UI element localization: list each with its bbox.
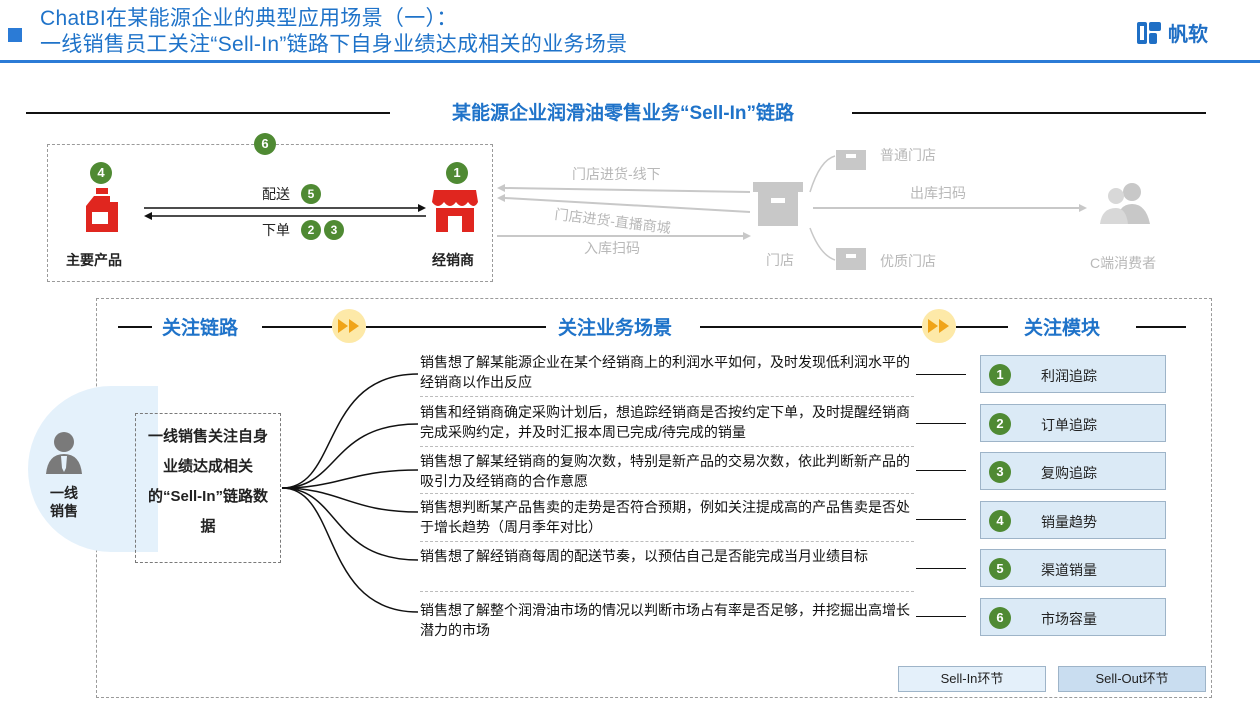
- badge-6: 6: [254, 133, 276, 155]
- brand-logo: 帆软: [1136, 18, 1208, 47]
- scenario-2: 销售和经销商确定采购计划后，想追踪经销商是否按约定下单，及时提醒经销商完成采购约…: [420, 404, 910, 440]
- module-connector-3: [916, 470, 966, 471]
- role-label: 一线 销售: [50, 485, 78, 519]
- module-badge: 1: [989, 364, 1011, 386]
- module-channel-sales: 5 渠道销量: [980, 549, 1166, 587]
- module-badge: 6: [989, 607, 1011, 629]
- consumer-label: C端消费者: [1090, 255, 1157, 271]
- badge-5: 5: [301, 184, 321, 204]
- focus-rule-4: [700, 326, 922, 328]
- module-market-capacity: 6 市场容量: [980, 598, 1166, 636]
- badge-3: 3: [324, 220, 344, 240]
- module-connector-2: [916, 423, 966, 424]
- module-badge: 5: [989, 558, 1011, 580]
- focus-chain-title: 关注链路: [162, 318, 239, 339]
- consumer-icon: [1100, 183, 1150, 224]
- module-profit-tracking: 1 利润追踪: [980, 355, 1166, 393]
- scenario-6: 销售想了解整个润滑油市场的情况以判断市场占有率是否足够，并挖掘出高增长潜力的市场: [420, 602, 910, 638]
- brand-logo-icon: [1137, 21, 1161, 44]
- module-badge: 4: [989, 510, 1011, 532]
- deliver-label: 配送: [262, 186, 290, 202]
- module-order-tracking: 2 订单追踪: [980, 404, 1166, 442]
- scenario-divider-1: [420, 396, 914, 397]
- fast-forward-icon-2: [922, 309, 956, 343]
- module-badge: 3: [989, 461, 1011, 483]
- module-label: 市场容量: [1041, 611, 1097, 627]
- premium-store-label: 优质门店: [880, 253, 936, 269]
- focus-module-title: 关注模块: [1024, 318, 1101, 339]
- header-divider: [0, 60, 1260, 63]
- focus-rule-5: [956, 326, 1008, 328]
- badge-4: 4: [90, 162, 112, 184]
- badge-1: 1: [446, 162, 468, 184]
- main-product-label: 主要产品: [66, 252, 122, 268]
- module-repurchase-tracking: 3 复购追踪: [980, 452, 1166, 490]
- section-rule-left: [26, 112, 390, 114]
- module-sales-trend: 4 销量趋势: [980, 501, 1166, 539]
- salesperson-icon: [46, 432, 82, 474]
- module-connector-4: [916, 519, 966, 520]
- focus-rule-6: [1136, 326, 1186, 328]
- store-purchase-offline-label: 门店进货-线下: [572, 166, 661, 182]
- oil-bottle-icon: [86, 188, 118, 232]
- module-connector-5: [916, 568, 966, 569]
- module-label: 销量趋势: [1041, 514, 1097, 530]
- scenario-5: 销售想了解经销商每周的配送节奏，以预估自己是否能完成当月业绩目标: [420, 548, 868, 564]
- brand-logo-text: 帆软: [1168, 24, 1208, 46]
- module-label: 利润追踪: [1041, 368, 1097, 384]
- focus-scenario-title: 关注业务场景: [558, 318, 673, 339]
- focus-rule-3: [366, 326, 546, 328]
- branch-connectors: [281, 373, 419, 613]
- scenario-divider-2: [420, 446, 914, 447]
- module-label: 渠道销量: [1041, 562, 1097, 578]
- scenario-divider-3: [420, 493, 914, 494]
- scenario-divider-4: [420, 541, 914, 542]
- badge-2: 2: [301, 220, 321, 240]
- module-label: 复购追踪: [1041, 465, 1097, 481]
- legend-sell-in: Sell-In环节: [898, 666, 1046, 692]
- scenario-3: 销售想了解某经销商的复购次数，特别是新产品的交易次数，依此判断新产品的吸引力及经…: [420, 453, 910, 489]
- order-label: 下单: [262, 222, 290, 238]
- fast-forward-icon: [332, 309, 366, 343]
- focus-rule-2: [262, 326, 332, 328]
- focus-rule-1: [118, 326, 152, 328]
- chain-summary-box: 一线销售关注自身业绩达成相关的“Sell-In”链路数据: [135, 413, 281, 563]
- module-badge: 2: [989, 413, 1011, 435]
- section-rule-right: [852, 112, 1206, 114]
- header-accent-square: [8, 28, 22, 42]
- scenario-4: 销售想判断某产品售卖的走势是否符合预期，例如关注提成高的产品售卖是否处于增长趋势…: [420, 499, 910, 535]
- module-label: 订单追踪: [1041, 417, 1097, 433]
- module-connector-1: [916, 374, 966, 375]
- legend-sell-out: Sell-Out环节: [1058, 666, 1206, 692]
- distributor-label: 经销商: [432, 252, 474, 268]
- distributor-shop-icon: [432, 190, 478, 232]
- page-title-line2: 一线销售员工关注“Sell-In”链路下自身业绩达成相关的业务场景: [40, 33, 628, 56]
- normal-store-label: 普通门店: [880, 147, 936, 163]
- scenario-divider-5: [420, 591, 914, 592]
- store-label: 门店: [766, 252, 794, 268]
- module-connector-6: [916, 616, 966, 617]
- outbound-scan-label: 出库扫码: [910, 185, 966, 201]
- inbound-scan-label: 入库扫码: [584, 240, 640, 256]
- scenario-1: 销售想了解某能源企业在某个经销商上的利润水平如何，及时发现低利润水平的经销商以作…: [420, 354, 910, 390]
- section-title: 某能源企业润滑油零售业务“Sell-In”链路: [451, 103, 794, 124]
